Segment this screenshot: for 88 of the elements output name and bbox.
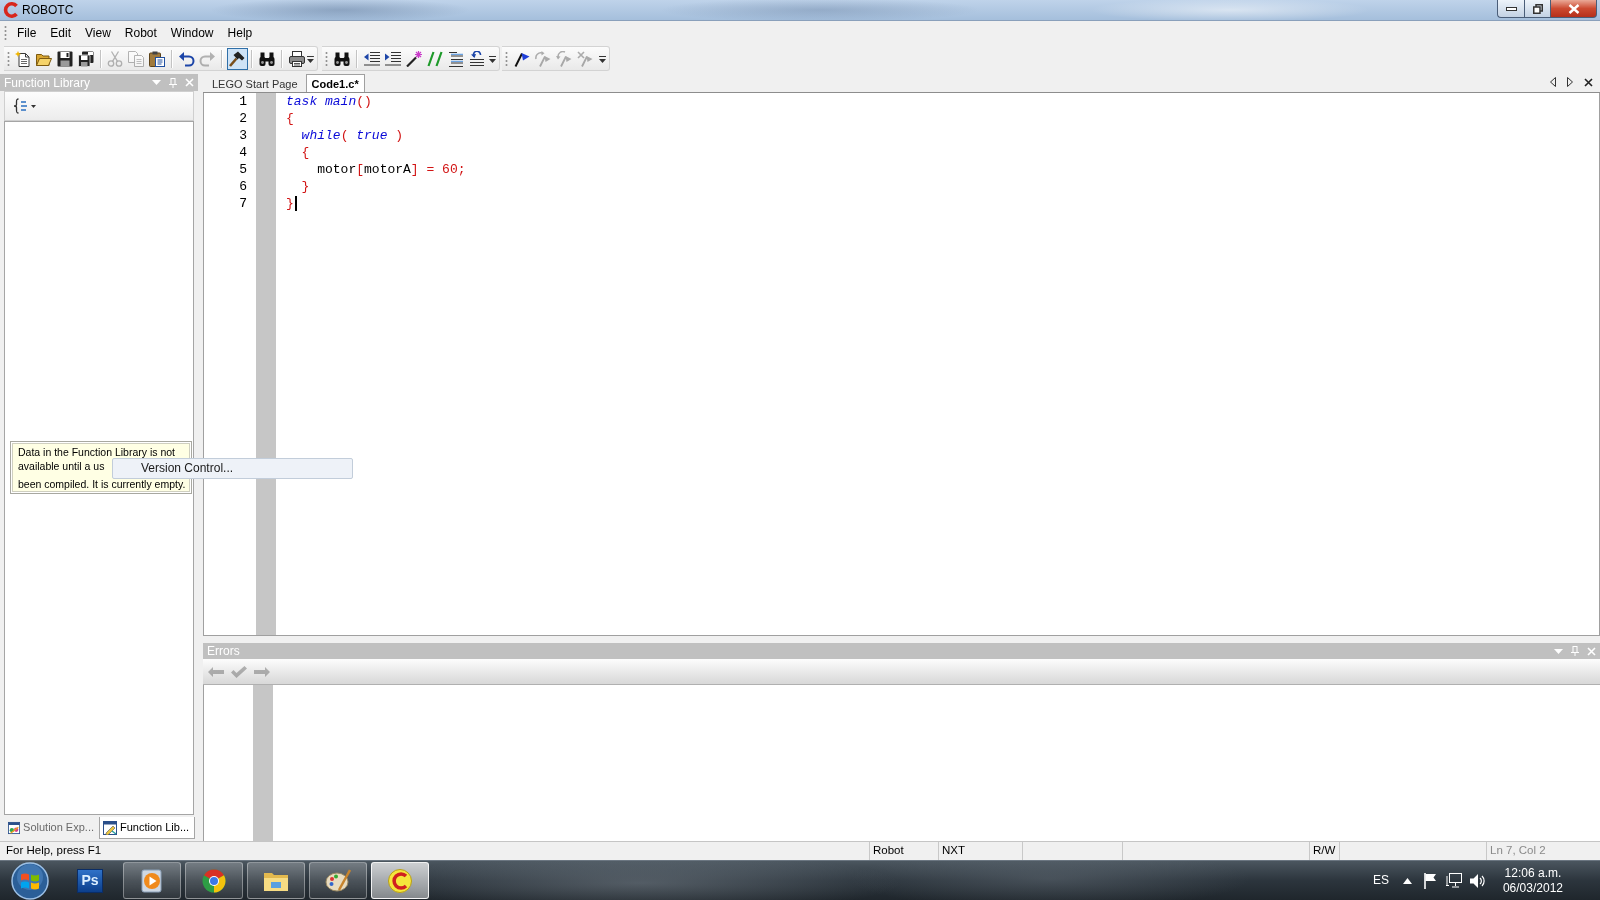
menu-item[interactable]: View <box>78 23 118 43</box>
flag-icon[interactable] <box>513 50 530 67</box>
close-button[interactable] <box>1550 0 1597 18</box>
window-pencil-icon <box>103 820 117 835</box>
close-icon[interactable] <box>1584 77 1593 87</box>
app-logo-tile[interactable]: Ps <box>77 868 103 893</box>
braces-icon[interactable] <box>13 98 27 114</box>
menu-item[interactable]: Robot <box>117 23 164 43</box>
right-triangle-icon[interactable] <box>1567 77 1573 87</box>
play-icon <box>139 868 165 893</box>
left-triangle-icon[interactable] <box>1550 77 1556 87</box>
grip-handle-icon[interactable] <box>325 50 328 67</box>
taskbar-button[interactable] <box>309 862 367 899</box>
window-shapes-icon <box>8 820 21 835</box>
line-number: 4 <box>239 145 247 160</box>
menu-item[interactable]: Edit <box>43 23 79 43</box>
restore-icon <box>1532 3 1543 14</box>
status-text: For Help, press F1 <box>5 843 103 858</box>
status-pane: Ln 7, Col 2 <box>1486 842 1600 860</box>
code-line: motor[motorA] = 60; <box>317 161 466 178</box>
line-number: 7 <box>239 196 247 211</box>
code-line: while( true ) <box>301 127 404 144</box>
tooltip-text: Data in the Function Library is not <box>18 447 175 458</box>
taskbar-button[interactable] <box>247 862 305 899</box>
color-wheel-icon <box>201 868 227 893</box>
indent-icon[interactable] <box>384 50 401 67</box>
overflow-chevron-icon[interactable] <box>489 53 496 64</box>
overflow-chevron-icon[interactable] <box>599 53 606 64</box>
paint-palette-icon <box>325 868 351 893</box>
panel-title: Function Library <box>4 74 91 91</box>
binoculars-icon[interactable] <box>259 50 275 67</box>
code-line: task main() <box>286 93 372 110</box>
restore-button[interactable] <box>1524 0 1550 18</box>
taskbar-button[interactable] <box>185 862 243 899</box>
grip-handle-icon[interactable] <box>4 25 7 41</box>
tooltip-text: available until a us <box>18 461 105 472</box>
text-lines-icon[interactable] <box>447 50 464 67</box>
taskbar-button[interactable] <box>123 862 181 899</box>
window-title: ROBOTC <box>22 2 74 19</box>
status-pane: NXT <box>938 842 1022 860</box>
minimize-button[interactable] <box>1497 0 1524 18</box>
code-line: } <box>301 178 310 195</box>
clock-date[interactable]: 06/03/2012 <box>1502 880 1563 896</box>
letter-c-logo-icon <box>3 2 19 18</box>
close-icon <box>1567 3 1580 14</box>
editor-tab[interactable]: LEGO Start Page <box>206 74 304 92</box>
menu-item[interactable]: File <box>10 23 44 43</box>
clock-time[interactable]: 12:06 a.m. <box>1504 865 1562 881</box>
clipboard-icon[interactable] <box>148 50 165 67</box>
caret-down-icon[interactable] <box>31 104 36 108</box>
code-line: { <box>301 144 310 161</box>
speaker-icon[interactable] <box>1469 873 1486 888</box>
panel-tab[interactable]: Function Lib... <box>99 817 195 839</box>
minimize-icon <box>1505 6 1517 11</box>
round-logo-icon <box>387 868 413 893</box>
code-line: } <box>286 195 294 212</box>
start-orb-icon[interactable] <box>10 861 49 900</box>
status-pane: Robot <box>869 842 938 860</box>
magic-wand-icon[interactable] <box>405 50 422 67</box>
network-monitor-icon[interactable] <box>1445 872 1462 889</box>
new-page-icon[interactable] <box>15 50 32 67</box>
tooltip-text: been compiled. It is currently empty. <box>18 479 186 490</box>
panel-tab[interactable]: Solution Exp... <box>4 817 98 839</box>
menu-item[interactable]: Window <box>163 23 221 43</box>
overflow-chevron-icon[interactable] <box>307 53 315 64</box>
status-pane: R/W <box>1309 842 1339 860</box>
line-number: 1 <box>239 94 247 109</box>
line-number: 3 <box>239 128 247 143</box>
flag-icon[interactable] <box>1423 872 1436 889</box>
line-number: 6 <box>239 179 247 194</box>
lines-arrow-icon[interactable] <box>468 50 485 67</box>
taskbar-button[interactable] <box>371 862 429 899</box>
undo-icon[interactable] <box>178 50 195 67</box>
binoculars-icon[interactable] <box>333 50 350 67</box>
outdent-icon[interactable] <box>363 50 380 67</box>
language-indicator[interactable]: ES <box>1372 873 1389 888</box>
menu-item[interactable]: Help <box>220 23 260 43</box>
panel-title: Errors <box>207 643 240 659</box>
line-number: 5 <box>239 162 247 177</box>
version-control-menu-item[interactable]: Version Control... <box>112 458 353 479</box>
grip-handle-icon[interactable] <box>7 50 10 67</box>
printer-icon[interactable] <box>288 50 305 67</box>
line-number: 2 <box>239 111 247 126</box>
grip-handle-icon[interactable] <box>505 50 508 67</box>
editor-tab[interactable]: Code1.c* <box>305 74 365 92</box>
code-line: { <box>286 110 294 127</box>
stacked-disks-icon[interactable] <box>77 50 94 67</box>
up-arrow-icon[interactable] <box>1402 877 1412 884</box>
